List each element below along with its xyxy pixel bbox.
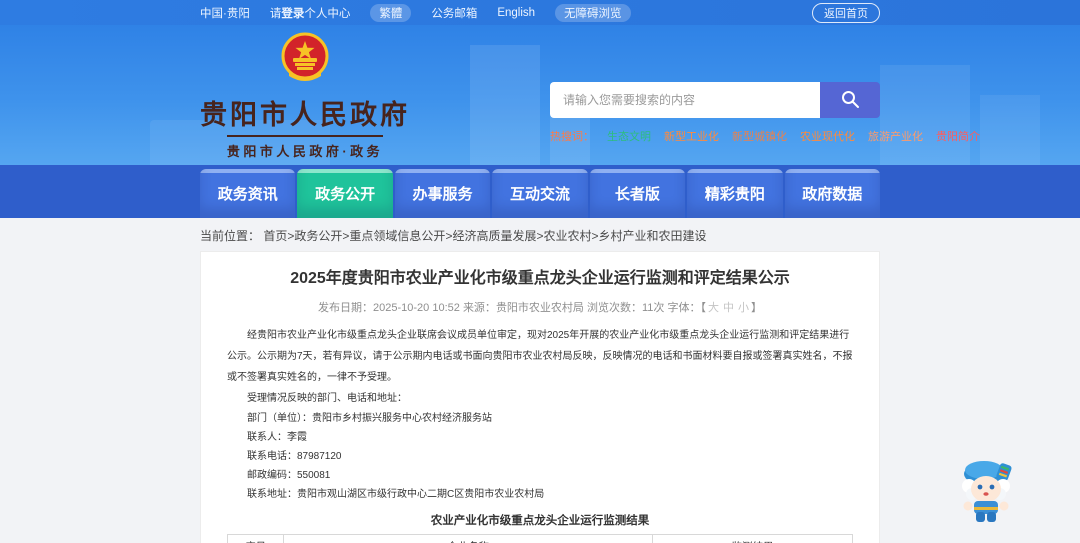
article-body: 经贵阳市农业产业化市级重点龙头企业联席会议成员单位审定，现对2025年开展的农业… — [227, 325, 853, 409]
topbar-link-accessibility[interactable]: 无障碍浏览 — [555, 3, 631, 22]
hot-search-label: 热搜词： — [550, 131, 594, 143]
search-input[interactable] — [550, 82, 820, 118]
breadcrumb-item-disclosure[interactable]: 政务公开 — [294, 229, 342, 243]
article-title: 2025年度贵阳市农业产业化市级重点龙头企业运行监测和评定结果公示 — [290, 270, 790, 287]
national-emblem-icon — [279, 32, 331, 91]
meta-views-label: 浏览次数： — [587, 302, 642, 314]
font-size-large-button[interactable]: 大 — [708, 302, 719, 314]
breadcrumb-item-agriculture[interactable]: 农业农村 — [543, 229, 591, 243]
contact-postcode: 邮政编码：550081 — [247, 470, 331, 481]
skyline-decoration — [980, 95, 1040, 165]
paragraph-announcement: 经贵阳市农业产业化市级重点龙头企业联席会议成员单位审定，现对2025年开展的农业… — [227, 330, 853, 383]
breadcrumb-item-economy[interactable]: 经济高质量发展 — [452, 229, 536, 243]
hot-search-item[interactable]: 新型工业化 — [664, 128, 719, 144]
table-header-row: 序号 企业名称 监测结果 — [226, 534, 853, 543]
breadcrumb-label: 当前位置： — [200, 229, 261, 243]
meta-date: 2025-10-20 10:52 — [373, 302, 460, 314]
site-logo[interactable]: 贵阳市人民政府 贵阳市人民政府·政务 www.guiyang.gov.cn — [200, 25, 410, 165]
breadcrumb-item-rural-industry[interactable]: 乡村产业和农田建设 — [599, 229, 707, 243]
font-size-small-button[interactable]: 小 — [738, 302, 749, 314]
meta-font-close: 】 — [750, 302, 762, 314]
top-utility-bar: 中国·贵阳 请登录个人中心 繁體 公务邮箱 English 无障碍浏览 返回首页 — [0, 0, 1080, 25]
breadcrumb-separator: > — [591, 229, 599, 243]
search-button[interactable] — [820, 82, 880, 118]
login-text-pre: 请 — [269, 7, 282, 20]
topbar-link-english[interactable]: English — [497, 7, 535, 19]
breadcrumb-item-home[interactable]: 首页 — [263, 229, 287, 243]
login-text-post: 个人中心 — [304, 7, 351, 20]
topbar-link-official-mail[interactable]: 公务邮箱 — [431, 5, 477, 21]
topbar-link-login[interactable]: 请登录个人中心 — [270, 5, 351, 21]
assistant-mascot-icon[interactable] — [956, 456, 1018, 531]
topbar-link-china-guiyang[interactable]: 中国·贵阳 — [200, 5, 250, 21]
monitoring-results-table: 序号 企业名称 监测结果 1 贵州合力超市采购有限公司 合格 2 贵州友禾种业有… — [226, 534, 853, 543]
hot-search-row: 热搜词： 生态文明 新型工业化 新型城镇化 农业现代化 旅游产业化 贵阳简介 — [550, 128, 980, 144]
font-size-medium-button[interactable]: 中 — [723, 302, 734, 314]
hot-search-item[interactable]: 新型城镇化 — [732, 128, 787, 144]
meta-source-label: 来源： — [462, 302, 496, 314]
header-cell-result: 监测结果 — [652, 534, 853, 543]
skyline-decoration — [880, 65, 970, 165]
breadcrumb-item-key-info[interactable]: 重点领域信息公开 — [349, 229, 445, 243]
topbar-link-traditional-chinese[interactable]: 繁體 — [370, 3, 412, 22]
meta-date-label: 发布日期： — [318, 302, 374, 314]
hot-search-item[interactable]: 旅游产业化 — [868, 128, 923, 144]
nav-tab-services[interactable]: 办事服务 — [394, 169, 491, 218]
search-icon — [840, 89, 860, 112]
nav-tab-highlights[interactable]: 精彩贵阳 — [687, 169, 783, 218]
site-url: www.guiyang.gov.cn — [232, 163, 378, 165]
hot-search-item[interactable]: 农业现代化 — [800, 128, 855, 144]
main-navigation: 政务资讯 政务公开 办事服务 互动交流 长者版 精彩贵阳 政府数据 — [0, 165, 1080, 218]
meta-font-label: 字体：【 — [667, 302, 706, 314]
meta-source: 贵阳市农业农村局 — [495, 302, 584, 314]
search-area: 热搜词： 生态文明 新型工业化 新型城镇化 农业现代化 旅游产业化 贵阳简介 — [550, 25, 980, 165]
nav-tab-disclosure[interactable]: 政务公开 — [297, 169, 393, 218]
results-table-title: 农业产业化市级重点龙头企业运行监测结果 — [430, 515, 650, 527]
site-subtitle: 贵阳市人民政府·政务 — [226, 135, 384, 160]
paragraph-contact-intro: 受理情况反映的部门、电话和地址： — [247, 393, 407, 404]
header-banner: 贵阳市人民政府 贵阳市人民政府·政务 www.guiyang.gov.cn 热搜… — [0, 25, 1080, 165]
hot-search-item[interactable]: 生态文明 — [607, 128, 651, 144]
header-cell-company: 企业名称 — [283, 534, 653, 543]
contact-department: 部门（单位）：贵阳市乡村振兴服务中心农村经济服务站 — [247, 413, 492, 424]
back-home-button[interactable]: 返回首页 — [812, 2, 880, 23]
contact-block: 部门（单位）：贵阳市乡村振兴服务中心农村经济服务站 联系人：李霞 联系电话：87… — [227, 409, 853, 504]
contact-person: 联系人：李霞 — [247, 432, 307, 443]
contact-address: 联系地址：贵阳市观山湖区市级行政中心二期C区贵阳市农业农村局 — [247, 489, 545, 500]
contact-phone: 联系电话：87987120 — [247, 451, 342, 462]
nav-tab-news[interactable]: 政务资讯 — [200, 169, 296, 218]
article-card: 2025年度贵阳市农业产业化市级重点龙头企业运行监测和评定结果公示 发布日期：2… — [200, 251, 880, 543]
site-title: 贵阳市人民政府 — [200, 100, 410, 130]
meta-views: 11次 — [642, 302, 665, 314]
breadcrumb: 当前位置： 首页>政务公开>重点领域信息公开>经济高质量发展>农业农村>乡村产业… — [200, 227, 880, 244]
nav-tab-elderly-version[interactable]: 长者版 — [589, 169, 686, 218]
login-text-bold: 登录 — [281, 7, 305, 20]
article-meta: 发布日期：2025-10-20 10:52 来源：贵阳市农业农村局 浏览次数：1… — [227, 299, 853, 315]
header-cell-no: 序号 — [226, 534, 285, 543]
nav-tab-interaction[interactable]: 互动交流 — [492, 169, 588, 218]
hot-search-item[interactable]: 贵阳简介 — [936, 128, 980, 144]
nav-tab-gov-data[interactable]: 政府数据 — [784, 169, 880, 218]
